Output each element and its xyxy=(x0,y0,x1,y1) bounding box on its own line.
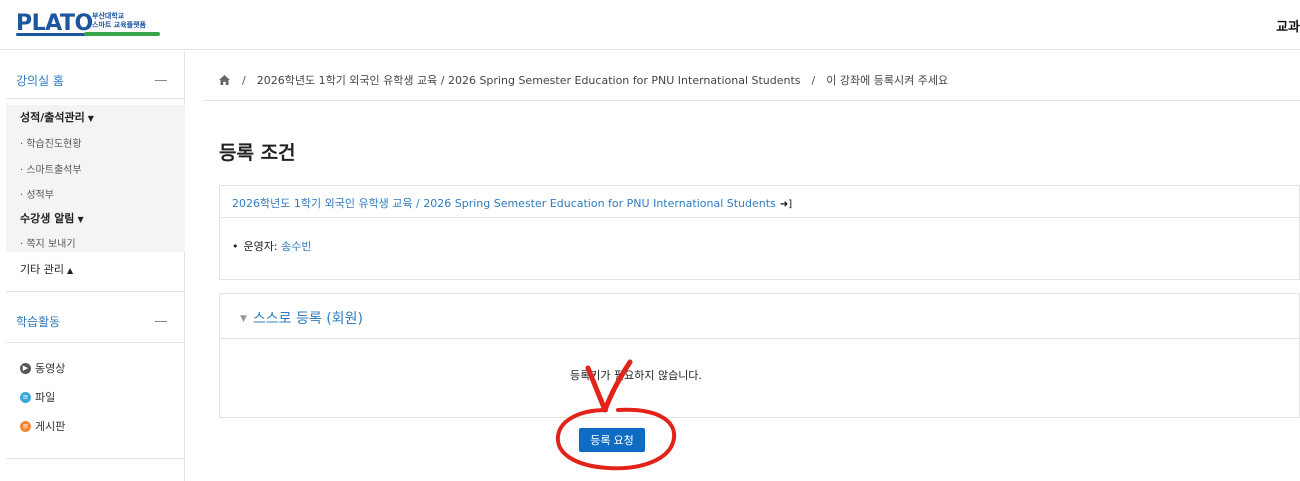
collapse-icon[interactable] xyxy=(155,80,167,81)
sidebar-divider xyxy=(6,342,185,343)
header-menu-label[interactable]: 교과 xyxy=(1276,16,1300,35)
caret-up-icon: ▲ xyxy=(66,266,74,275)
sidebar: 강의실 홈 성적/출석관리▼ 학습진도현황 스마트출석부 성적부 수강생 알림▼… xyxy=(0,51,185,481)
breadcrumb-current: 이 강좌에 등록시켜 주세요 xyxy=(826,74,949,87)
sidebar-divider xyxy=(6,458,185,459)
teacher-name-link[interactable]: 송수빈 xyxy=(281,240,311,253)
logo-bar xyxy=(84,32,160,36)
sidebar-item-message[interactable]: 쪽지 보내기 xyxy=(20,235,75,250)
sign-in-icon: ➜] xyxy=(779,199,793,210)
sidebar-group-notice[interactable]: 수강생 알림 ▼ xyxy=(20,210,84,226)
no-key-message: 등록키가 필요하지 않습니다. xyxy=(570,369,702,382)
top-header: PLATO 부산대학교 스마트 교육플랫폼 교과 xyxy=(0,0,1300,50)
caret-down-icon: ▼ xyxy=(77,215,84,224)
activity-video[interactable]: ▶ 동영상 xyxy=(20,360,65,376)
sidebar-group-other[interactable]: 기타 관리 ▲ xyxy=(20,261,73,277)
triangle-down-icon: ▼ xyxy=(240,314,247,324)
sidebar-divider xyxy=(6,291,185,292)
course-card-header: 2026학년도 1학기 외국인 유학생 교육 / 2026 Spring Sem… xyxy=(220,186,1299,218)
self-enrol-title[interactable]: ▼ 스스로 등록 (회원) xyxy=(240,308,363,328)
home-icon[interactable] xyxy=(218,74,231,86)
breadcrumb-course[interactable]: 2026학년도 1학기 외국인 유학생 교육 / 2026 Spring Sem… xyxy=(257,72,801,88)
caret-down-icon: ▼ xyxy=(87,114,94,123)
sidebar-activity-title[interactable]: 학습활동 xyxy=(16,313,60,330)
activity-board[interactable]: ≡ 게시판 xyxy=(20,418,65,434)
page-title: 등록 조건 xyxy=(219,142,296,164)
logo-subtext: 부산대학교 스마트 교육플랫폼 xyxy=(92,12,146,29)
course-link[interactable]: 2026학년도 1학기 외국인 유학생 교육 / 2026 Spring Sem… xyxy=(232,195,792,211)
teacher-line: • 운영자: 송수빈 xyxy=(232,238,311,254)
bullet: • xyxy=(232,240,239,253)
self-enrol-header[interactable]: ▼ 스스로 등록 (회원) xyxy=(220,294,1299,339)
board-icon: ≡ xyxy=(20,420,31,432)
sidebar-menu-block xyxy=(6,105,185,252)
sidebar-divider xyxy=(6,98,185,99)
breadcrumb: / 2026학년도 1학기 외국인 유학생 교육 / 2026 Spring S… xyxy=(218,72,948,88)
teacher-label: 운영자: xyxy=(243,240,278,253)
sidebar-item-attendance[interactable]: 스마트출석부 xyxy=(20,161,81,176)
plato-logo[interactable]: PLATO 부산대학교 스마트 교육플랫폼 xyxy=(16,7,166,41)
breadcrumb-separator: / xyxy=(242,73,246,87)
breadcrumb-separator: / xyxy=(811,73,816,87)
sidebar-item-gradebook[interactable]: 성적부 xyxy=(20,186,54,201)
collapse-icon[interactable] xyxy=(155,321,167,322)
sidebar-home-link[interactable]: 강의실 홈 xyxy=(16,72,64,89)
enroll-request-button[interactable]: 등록 요청 xyxy=(579,428,645,452)
course-info-card: 2026학년도 1학기 외국인 유학생 교육 / 2026 Spring Sem… xyxy=(219,185,1300,280)
file-icon: ≡ xyxy=(20,391,31,403)
self-enrol-card: ▼ 스스로 등록 (회원) 등록키가 필요하지 않습니다. xyxy=(219,293,1300,418)
breadcrumb-divider xyxy=(204,100,1300,101)
sidebar-item-progress[interactable]: 학습진도현황 xyxy=(20,135,81,150)
play-icon: ▶ xyxy=(20,362,31,374)
sidebar-group-grades[interactable]: 성적/출석관리 ▼ xyxy=(20,109,94,125)
activity-file[interactable]: ≡ 파일 xyxy=(20,389,55,405)
logo-swoosh xyxy=(16,33,86,36)
